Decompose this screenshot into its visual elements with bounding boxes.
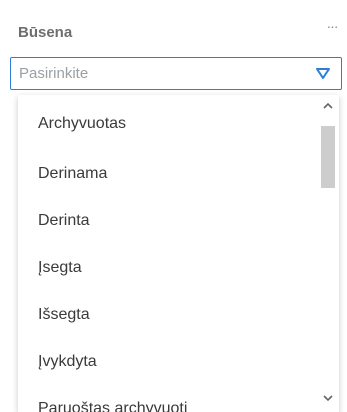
scrollbar-thumb[interactable]	[321, 126, 335, 188]
select-placeholder: Pasirinkite	[19, 65, 89, 82]
field-label: Būsena	[18, 24, 73, 41]
status-select[interactable]: Pasirinkite	[10, 57, 342, 90]
option-derinama[interactable]: Derinama	[18, 150, 311, 197]
option-issegta[interactable]: Išsegta	[18, 291, 311, 338]
scroll-down-icon[interactable]	[322, 392, 334, 404]
more-horizontal-icon[interactable]: ···	[322, 19, 342, 36]
dropdown-list: Archyvuotas Derinama Derinta Įsegta Išse…	[18, 95, 339, 412]
scroll-up-icon[interactable]	[322, 100, 334, 112]
option-list: Archyvuotas Derinama Derinta Įsegta Išse…	[18, 95, 311, 412]
status-filter-widget: Būsena ··· Pasirinkite Archyvuotas Derin…	[0, 0, 347, 412]
scrollbar[interactable]	[317, 95, 339, 412]
option-isegta[interactable]: Įsegta	[18, 244, 311, 291]
option-ivykdyta[interactable]: Įvykdyta	[18, 338, 311, 385]
chevron-down-icon[interactable]	[315, 67, 331, 81]
option-archyvuotas[interactable]: Archyvuotas	[18, 95, 311, 150]
option-paruostas-archyvuoti[interactable]: Paruoštas archyvuoti	[18, 385, 311, 412]
option-derinta[interactable]: Derinta	[18, 197, 311, 244]
